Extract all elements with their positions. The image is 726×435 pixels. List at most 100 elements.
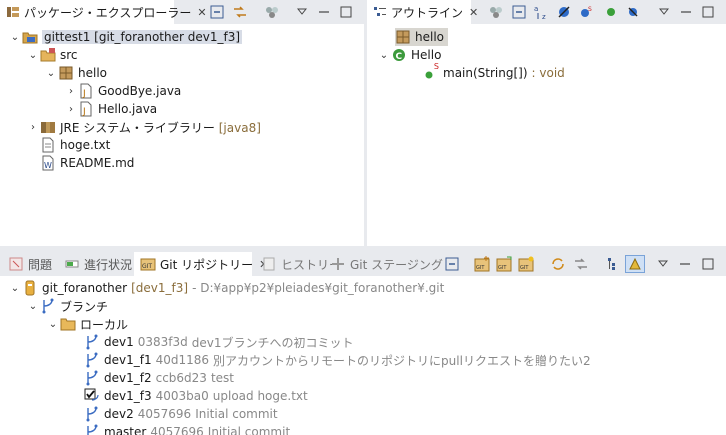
hide-nonpublic-icon[interactable] bbox=[601, 3, 621, 21]
close-icon[interactable]: ✕ bbox=[197, 6, 206, 19]
branch-name: dev1_f2 bbox=[104, 371, 152, 385]
svg-text:GIT: GIT bbox=[142, 263, 152, 270]
tree-row-jre[interactable]: › JRE システム・ライブラリー [java8] bbox=[26, 118, 261, 136]
clone-repository-icon[interactable]: GIT bbox=[494, 255, 514, 273]
hierarchical-view-icon[interactable] bbox=[604, 255, 624, 273]
chevron-down-icon[interactable]: ⌄ bbox=[8, 32, 22, 43]
close-icon[interactable]: ✕ bbox=[469, 6, 478, 19]
tree-row-file[interactable]: W README.md bbox=[40, 154, 134, 172]
tab-outline[interactable]: アウトライン ✕ bbox=[367, 0, 478, 24]
branch-message: 別アカウントからリモートのリポジトリにpullリクエストを贈りたい2 bbox=[213, 353, 591, 368]
chevron-right-icon[interactable]: › bbox=[26, 122, 40, 133]
tab-package-explorer[interactable]: パッケージ・エクスプローラー ✕ bbox=[0, 0, 207, 24]
library-icon bbox=[40, 119, 56, 135]
svg-text:S: S bbox=[588, 6, 592, 13]
project-icon bbox=[22, 29, 38, 45]
toggle-icon[interactable] bbox=[625, 255, 645, 273]
branches-label: ブランチ bbox=[60, 299, 109, 314]
tree-row-file[interactable]: › J Hello.java bbox=[64, 100, 157, 118]
bottom-tabbar: 問題 進行状況 GIT Git リポジトリー ✕ ヒストリー Git ステージン… bbox=[0, 252, 726, 276]
chevron-down-icon[interactable] bbox=[292, 3, 312, 21]
package-explorer-tabbar: パッケージ・エクスプローラー ✕ bbox=[0, 0, 364, 24]
collapse-all-button[interactable] bbox=[207, 3, 227, 21]
chevron-right-icon[interactable]: › bbox=[64, 104, 78, 115]
branches-row[interactable]: ⌄ ブランチ bbox=[26, 297, 108, 315]
link-with-editor-button[interactable] bbox=[230, 3, 250, 21]
repository-name: git_foranother bbox=[42, 281, 128, 295]
static-badge: S bbox=[433, 62, 439, 71]
filter-icon[interactable] bbox=[262, 3, 282, 21]
refresh-icon[interactable] bbox=[548, 255, 568, 273]
branch-sha: 4057696 bbox=[137, 407, 192, 421]
create-repository-icon[interactable]: GIT bbox=[516, 255, 536, 273]
tab-problems[interactable]: 問題 bbox=[2, 252, 58, 276]
maximize-button[interactable] bbox=[698, 255, 718, 273]
filter-icon[interactable] bbox=[486, 3, 506, 21]
folder-icon bbox=[60, 316, 76, 332]
hide-static-icon[interactable]: S bbox=[576, 3, 596, 21]
tab-progress-label: 進行状況 bbox=[84, 257, 133, 272]
tab-git-repositories[interactable]: GIT Git リポジトリー ✕ bbox=[134, 252, 268, 276]
hide-fields-icon[interactable] bbox=[554, 3, 574, 21]
local-row[interactable]: ⌄ ローカル bbox=[46, 315, 128, 333]
minimize-button[interactable] bbox=[314, 3, 334, 21]
src-label: src bbox=[60, 48, 78, 62]
tab-progress[interactable]: 進行状況 bbox=[58, 252, 138, 276]
chevron-down-icon[interactable] bbox=[653, 255, 673, 273]
branch-row[interactable]: dev2 4057696 Initial commit bbox=[84, 405, 278, 423]
branch-icon bbox=[84, 370, 100, 386]
outline-item-package[interactable]: hello bbox=[395, 28, 448, 46]
chevron-down-icon[interactable] bbox=[654, 3, 674, 21]
chevron-down-icon[interactable]: ⌄ bbox=[26, 301, 40, 312]
hide-local-types-icon[interactable] bbox=[623, 3, 643, 21]
branch-icon bbox=[84, 334, 100, 350]
branch-row[interactable]: dev1_f2 ccb6d23 test bbox=[84, 369, 234, 387]
svg-text:J: J bbox=[82, 89, 86, 99]
sort-icon[interactable]: az bbox=[532, 3, 552, 21]
branch-row[interactable]: master 4057696 Initial commit bbox=[84, 423, 290, 435]
tab-git-staging[interactable]: Git ステージング bbox=[324, 252, 449, 276]
tree-row-file[interactable]: hoge.txt bbox=[40, 136, 110, 154]
branch-sha: 4057696 bbox=[150, 425, 204, 435]
minimize-button[interactable] bbox=[675, 255, 695, 273]
tree-row-file[interactable]: › J GoodBye.java bbox=[64, 82, 181, 100]
tree-row-package[interactable]: ⌄ hello bbox=[44, 64, 107, 82]
tree-row-project[interactable]: ⌄ gittest1 [git_foranother dev1_f3] bbox=[8, 28, 243, 46]
chevron-down-icon[interactable]: ⌄ bbox=[26, 50, 40, 61]
add-repository-icon[interactable]: GIT bbox=[472, 255, 492, 273]
outline-item-class[interactable]: ⌄ C Hello bbox=[377, 46, 442, 64]
minimize-button[interactable] bbox=[676, 3, 696, 21]
maximize-button[interactable] bbox=[336, 3, 356, 21]
branch-row[interactable]: dev1_f1 40d1186 別アカウントからリモートのリポジトリにpullリ… bbox=[84, 351, 591, 369]
svg-text:GIT: GIT bbox=[520, 265, 529, 271]
svg-text:C: C bbox=[396, 52, 403, 62]
chevron-right-icon[interactable]: › bbox=[64, 86, 78, 97]
maximize-button[interactable] bbox=[698, 3, 718, 21]
collapse-all-button[interactable] bbox=[509, 3, 529, 21]
branch-row[interactable]: dev1 0383f3d dev1ブランチへの初コミット bbox=[84, 333, 354, 351]
chevron-down-icon[interactable]: ⌄ bbox=[44, 68, 58, 79]
branch-message: test bbox=[210, 371, 234, 385]
chevron-down-icon[interactable]: ⌄ bbox=[46, 319, 60, 330]
branch-sha: 40d1186 bbox=[155, 353, 210, 367]
public-method-icon: S bbox=[423, 62, 439, 81]
svg-text:W: W bbox=[44, 161, 52, 170]
branch-name: dev1_f1 bbox=[104, 353, 152, 367]
branch-name: dev1_f3 bbox=[104, 389, 152, 403]
git-repositories-pane: 問題 進行状況 GIT Git リポジトリー ✕ ヒストリー Git ステージン… bbox=[0, 252, 726, 435]
tree-row-src[interactable]: ⌄ src bbox=[26, 46, 78, 64]
branch-row-checked-out[interactable]: dev1_f3 4003ba0 upload hoge.txt bbox=[84, 387, 308, 405]
checked-out-branch-icon bbox=[84, 388, 100, 404]
history-icon bbox=[261, 256, 277, 272]
outline-item-method[interactable]: S main(String[]) : void bbox=[423, 62, 565, 82]
chevron-down-icon[interactable]: ⌄ bbox=[377, 50, 391, 61]
chevron-down-icon[interactable]: ⌄ bbox=[8, 283, 22, 294]
project-name: gittest1 [git_foranother dev1_f3] bbox=[42, 30, 243, 44]
package-icon bbox=[395, 29, 411, 45]
package-explorer-icon bbox=[6, 4, 20, 20]
repository-row[interactable]: ⌄ git_foranother [dev1_f3] - D:¥app¥p2¥p… bbox=[8, 279, 444, 297]
link-with-selection-icon[interactable] bbox=[571, 255, 591, 273]
svg-text:GIT: GIT bbox=[476, 265, 485, 271]
collapse-all-button[interactable] bbox=[442, 255, 462, 273]
problems-icon bbox=[8, 256, 24, 272]
